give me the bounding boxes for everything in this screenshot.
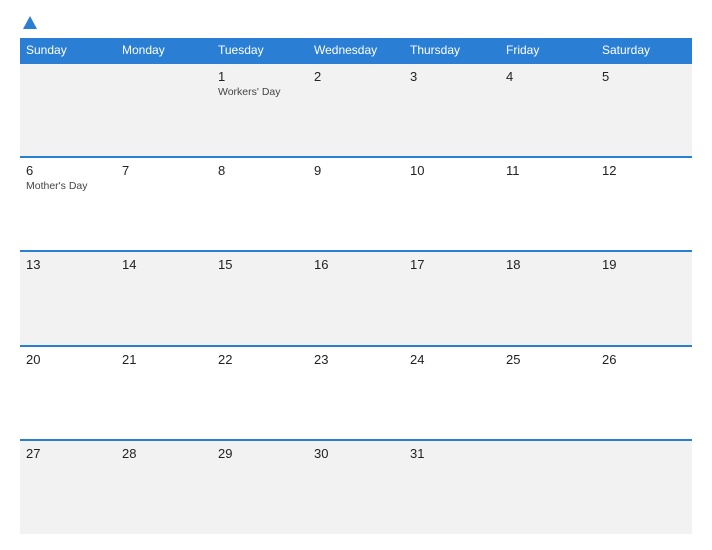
calendar-cell: 2: [308, 63, 404, 157]
day-number: 17: [410, 257, 494, 272]
day-number: 3: [410, 69, 494, 84]
calendar-cell: 27: [20, 440, 116, 534]
day-number: 21: [122, 352, 206, 367]
day-number: 26: [602, 352, 686, 367]
calendar-cell: 10: [404, 157, 500, 251]
calendar-cell: 7: [116, 157, 212, 251]
calendar-cell: 12: [596, 157, 692, 251]
calendar-cell: 11: [500, 157, 596, 251]
calendar-cell: [596, 440, 692, 534]
calendar-week-2: 6 Mother's Day 789 10 11 12: [20, 157, 692, 251]
day-number: 10: [410, 163, 494, 178]
day-number: 16: [314, 257, 398, 272]
day-number: 8: [218, 163, 302, 178]
calendar-cell: 20: [20, 346, 116, 440]
calendar-cell: 5: [596, 63, 692, 157]
day-number: 5: [602, 69, 686, 84]
weekday-header-saturday: Saturday: [596, 38, 692, 63]
day-number: 31: [410, 446, 494, 461]
weekday-header-sunday: Sunday: [20, 38, 116, 63]
calendar-cell: 17: [404, 251, 500, 345]
day-number: 28: [122, 446, 206, 461]
day-number: 18: [506, 257, 590, 272]
calendar-cell: 1 Workers' Day: [212, 63, 308, 157]
calendar-cell: 9: [308, 157, 404, 251]
calendar-cell: 25: [500, 346, 596, 440]
calendar-cell: 18: [500, 251, 596, 345]
logo-blue-text: [20, 16, 37, 30]
calendar-cell: 13: [20, 251, 116, 345]
calendar-cell: 26: [596, 346, 692, 440]
holiday-label: Workers' Day: [218, 86, 302, 98]
calendar-header: [20, 16, 692, 30]
calendar-cell: 14: [116, 251, 212, 345]
calendar-cell: 30: [308, 440, 404, 534]
calendar-cell: 16: [308, 251, 404, 345]
calendar-week-3: 13 14 15 16 17 18 19: [20, 251, 692, 345]
weekday-header-wednesday: Wednesday: [308, 38, 404, 63]
weekday-header-thursday: Thursday: [404, 38, 500, 63]
calendar-body: 1Workers' Day23456Mother's Day7891011121…: [20, 63, 692, 534]
day-number: 1: [218, 69, 302, 84]
calendar-cell: [116, 63, 212, 157]
weekday-header-monday: Monday: [116, 38, 212, 63]
calendar-cell: 22: [212, 346, 308, 440]
day-number: 22: [218, 352, 302, 367]
calendar-week-5: 27 28 29 30 31: [20, 440, 692, 534]
calendar-table: SundayMondayTuesdayWednesdayThursdayFrid…: [20, 38, 692, 534]
calendar-header-row: SundayMondayTuesdayWednesdayThursdayFrid…: [20, 38, 692, 63]
calendar-cell: [500, 440, 596, 534]
weekday-header-friday: Friday: [500, 38, 596, 63]
day-number: 19: [602, 257, 686, 272]
calendar-week-4: 20 21 22 23 24 25 26: [20, 346, 692, 440]
calendar-week-1: 1 Workers' Day 2345: [20, 63, 692, 157]
day-number: 11: [506, 163, 590, 178]
day-number: 24: [410, 352, 494, 367]
weekday-header-tuesday: Tuesday: [212, 38, 308, 63]
day-number: 7: [122, 163, 206, 178]
calendar-cell: 15: [212, 251, 308, 345]
logo-triangle-icon: [23, 16, 37, 29]
day-number: 29: [218, 446, 302, 461]
day-number: 23: [314, 352, 398, 367]
day-number: 6: [26, 163, 110, 178]
calendar-cell: 3: [404, 63, 500, 157]
day-number: 9: [314, 163, 398, 178]
calendar-cell: 21: [116, 346, 212, 440]
calendar-cell: 8: [212, 157, 308, 251]
day-number: 20: [26, 352, 110, 367]
calendar-cell: 31: [404, 440, 500, 534]
day-number: 2: [314, 69, 398, 84]
calendar-cell: 19: [596, 251, 692, 345]
calendar-cell: [20, 63, 116, 157]
day-number: 12: [602, 163, 686, 178]
calendar-cell: 28: [116, 440, 212, 534]
day-number: 15: [218, 257, 302, 272]
calendar-cell: 6 Mother's Day: [20, 157, 116, 251]
calendar-cell: 23: [308, 346, 404, 440]
day-number: 25: [506, 352, 590, 367]
calendar-cell: 29: [212, 440, 308, 534]
day-number: 13: [26, 257, 110, 272]
calendar-cell: 4: [500, 63, 596, 157]
day-number: 30: [314, 446, 398, 461]
logo: [20, 16, 37, 30]
calendar-cell: 24: [404, 346, 500, 440]
day-number: 4: [506, 69, 590, 84]
holiday-label: Mother's Day: [26, 180, 110, 192]
day-number: 27: [26, 446, 110, 461]
day-number: 14: [122, 257, 206, 272]
